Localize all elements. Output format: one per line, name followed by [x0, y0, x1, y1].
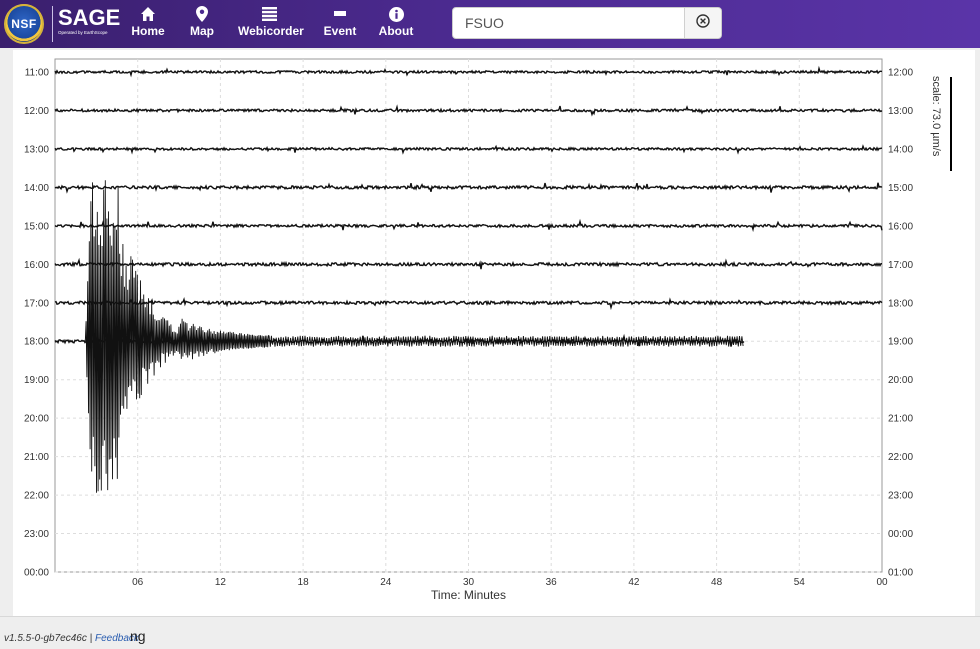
row-label-right: 20:00: [888, 375, 913, 386]
logo-text: NSF: [11, 17, 37, 31]
nav-event-label: Event: [323, 24, 357, 38]
x-tick-label: 54: [794, 577, 806, 588]
row-label-right: 17:00: [888, 260, 913, 271]
nav-about[interactable]: About: [378, 4, 414, 44]
footer: v1.5.5-0-gb7ec46c | Feedback ng: [0, 616, 980, 649]
x-tick-label: 30: [463, 577, 475, 588]
top-nav-bar: NSF SAGE Operated by EarthScope Home Map…: [0, 0, 980, 48]
row-label-right: 13:00: [888, 106, 913, 117]
nav-webicorder[interactable]: Webicorder: [238, 4, 304, 44]
row-label-right: 00:00: [888, 529, 913, 540]
webicorder-panel: 06 12 18 24 30 36 42 48 54 00 11:00 12:00 12:00 13:00…: [13, 50, 975, 616]
nav-about-label: About: [378, 24, 414, 38]
row-label-left: 16:00: [24, 260, 49, 271]
x-tick-label: 18: [298, 577, 310, 588]
scale-label-box: scale: 73.0 µm/s: [930, 76, 944, 176]
nsf-logo[interactable]: NSF: [4, 4, 44, 44]
row-label-right: 15:00: [888, 183, 913, 194]
brand-name: SAGE: [58, 5, 121, 30]
x-tick-label: 36: [546, 577, 558, 588]
row-label-left: 00:00: [24, 568, 49, 579]
row-label-left: 13:00: [24, 144, 49, 155]
row-label-left: 15:00: [24, 221, 49, 232]
earthquake-waveform: [84, 180, 744, 493]
scale-bar: [950, 77, 952, 171]
nav-home[interactable]: Home: [128, 4, 168, 44]
row-label-left: 14:00: [24, 183, 49, 194]
station-search: [452, 7, 722, 39]
version-text: v1.5.5-0-gb7ec46c: [4, 633, 87, 644]
nav-map[interactable]: Map: [186, 4, 218, 44]
clear-search-button[interactable]: [684, 8, 721, 38]
footer-trailing-text: ng: [130, 628, 146, 644]
row-label-left: 19:00: [24, 375, 49, 386]
home-icon: [128, 4, 168, 24]
info-icon: [378, 4, 414, 24]
x-tick-label: 12: [215, 577, 227, 588]
logo-divider: [52, 6, 53, 42]
seismogram-trace: [54, 257, 883, 270]
row-label-right: 14:00: [888, 144, 913, 155]
sage-brand[interactable]: SAGE Operated by EarthScope: [58, 6, 120, 36]
row-label-right: 18:00: [888, 298, 913, 309]
row-label-left: 21:00: [24, 452, 49, 463]
row-label-left: 22:00: [24, 491, 49, 502]
scale-label: scale: 73.0 µm/s: [930, 76, 942, 157]
x-tick-label: 06: [132, 577, 144, 588]
row-label-right: 22:00: [888, 452, 913, 463]
x-tick-label: 48: [711, 577, 723, 588]
x-tick-label: 00: [876, 577, 888, 588]
version-separator: |: [89, 633, 93, 644]
row-label-right: 16:00: [888, 221, 913, 232]
list-icon: [238, 4, 300, 24]
brand-subtitle: Operated by EarthScope: [58, 30, 108, 35]
station-search-input[interactable]: [453, 8, 685, 38]
seismogram-trace: [54, 65, 883, 78]
minus-icon: [322, 4, 358, 24]
row-label-left: 23:00: [24, 529, 49, 540]
clear-circle-icon: [696, 13, 710, 33]
version-info: v1.5.5-0-gb7ec46c | Feedback: [4, 633, 139, 644]
row-label-left: 18:00: [24, 337, 49, 348]
row-label-left: 17:00: [24, 298, 49, 309]
x-axis-label: Time: Minutes: [431, 588, 506, 602]
nav-event[interactable]: Event: [322, 4, 358, 44]
row-label-right: 01:00: [888, 568, 913, 579]
helicorder-plot[interactable]: 06 12 18 24 30 36 42 48 54 00 11:00 12:00 12:00 13:00…: [13, 50, 975, 616]
map-pin-icon: [186, 4, 218, 24]
row-label-right: 19:00: [888, 337, 913, 348]
row-label-left: 12:00: [24, 106, 49, 117]
row-label-left: 20:00: [24, 414, 49, 425]
nav-webicorder-label: Webicorder: [238, 24, 304, 38]
row-label-right: 12:00: [888, 68, 913, 79]
x-tick-label: 24: [380, 577, 392, 588]
row-label-left: 11:00: [25, 68, 50, 79]
nav-map-label: Map: [190, 24, 214, 38]
row-label-right: 21:00: [888, 414, 913, 425]
row-label-right: 23:00: [888, 491, 913, 502]
nav-home-label: Home: [131, 24, 165, 38]
x-tick-label: 42: [628, 577, 640, 588]
